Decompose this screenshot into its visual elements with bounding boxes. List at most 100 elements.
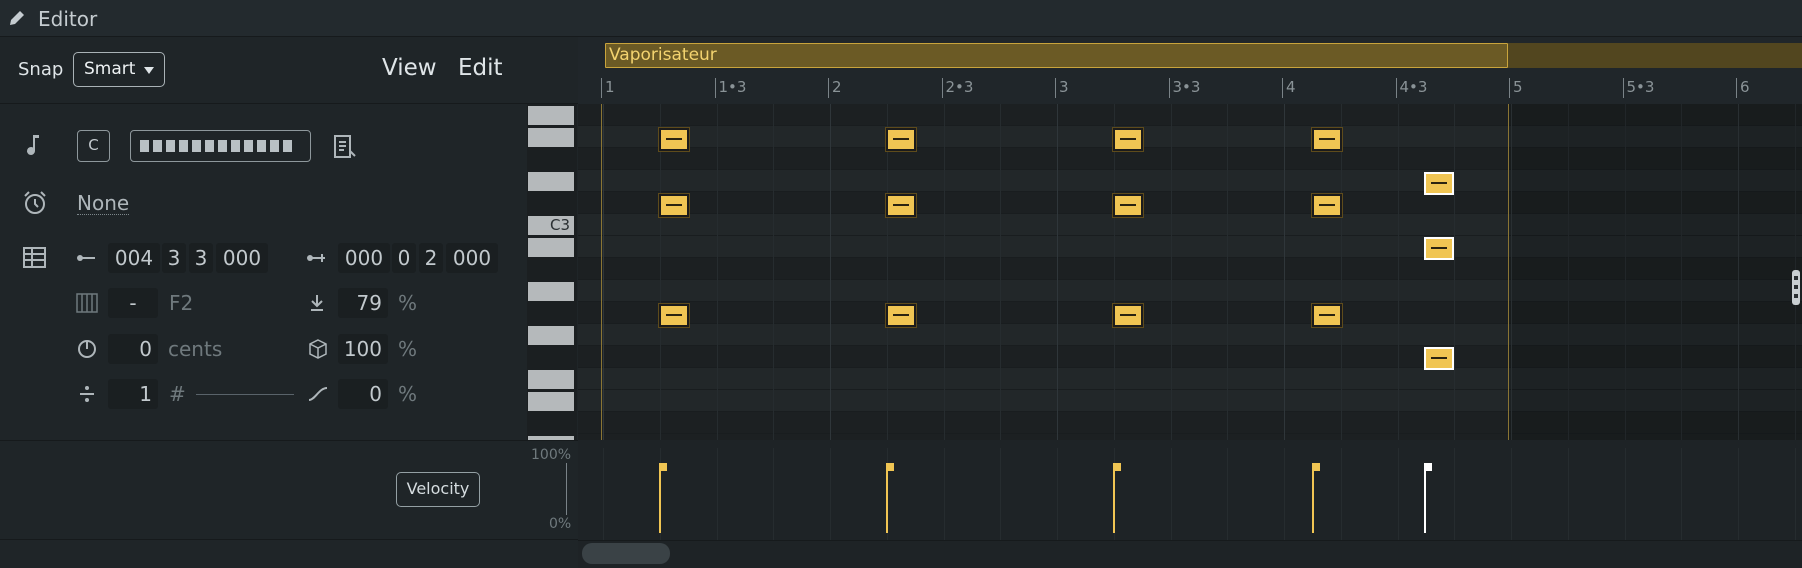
curve-field[interactable]: 0 [338,379,388,409]
view-menu[interactable]: View [382,55,437,81]
timeline-tick [941,78,943,98]
timeline-tick-label: 4 [1286,78,1296,96]
c3-label: C3 [549,216,570,234]
midi-note[interactable] [886,128,916,151]
midi-note[interactable] [1113,304,1143,327]
piano-key-c3[interactable]: C3 [528,216,574,235]
timeline-tick-label: 5•3 [1626,78,1655,96]
piano-key[interactable] [528,282,574,301]
midi-note[interactable] [659,194,689,217]
piano-keyboard[interactable]: C3 [527,104,577,440]
velocity-bar[interactable] [1113,463,1115,533]
piano-key[interactable] [528,172,574,191]
grid-line [659,104,661,440]
piano-key[interactable] [528,106,574,125]
velocity-bar[interactable] [1424,463,1426,533]
fine-field[interactable]: 0 [108,334,158,364]
timeline-ruler[interactable]: Vaporisateur 1 1•3 2 2•3 3 3•3 4 4•3 5 5•3 6 [578,37,1802,104]
length-bars-field[interactable]: 000 [338,243,390,273]
midi-note[interactable] [1312,304,1342,327]
midi-note[interactable] [1312,194,1342,217]
velocity-lane[interactable] [578,440,1802,540]
notes-list-icon[interactable] [333,134,357,160]
piano-key[interactable] [528,392,574,411]
repeat-field[interactable]: 1 [108,379,158,409]
midi-note[interactable] [659,128,689,151]
grid-line [830,104,831,440]
groove-none-link[interactable]: None [77,192,130,215]
length-sixteenths-field[interactable]: 2 [419,243,443,273]
editor-title: Editor [38,7,98,31]
midi-note[interactable] [886,194,916,217]
velocity-grid-line [1284,448,1285,540]
velocity-handle[interactable] [659,463,667,471]
midi-note-selected[interactable] [1424,347,1454,370]
velocity-field[interactable]: 79 [338,288,388,318]
velocity-grid-line [1397,448,1399,540]
midi-note[interactable] [1312,128,1342,151]
length-ticks-field[interactable]: 000 [446,243,498,273]
length-beats-field[interactable]: 0 [392,243,416,273]
position-beats-field[interactable]: 3 [162,243,186,273]
timeline-tick [1282,78,1283,98]
divider [0,539,578,540]
velocity-bar[interactable] [886,463,888,533]
position-ticks-field[interactable]: 000 [216,243,268,273]
velocity-bar[interactable] [1312,463,1314,533]
timeline-tick [1168,78,1170,98]
midi-note-selected[interactable] [1424,172,1454,195]
piano-key[interactable] [528,370,574,389]
timeline-tick-label: 2•3 [945,78,974,96]
snap-dropdown[interactable]: Smart [73,52,165,87]
clip-end-line[interactable] [1508,104,1509,440]
repeat-slider[interactable] [196,394,294,395]
grid-line [773,104,775,440]
divider [0,440,578,441]
velocity-handle[interactable] [1312,463,1320,471]
dice-icon [309,339,327,359]
midi-note[interactable] [886,304,916,327]
curve-unit: % [398,382,418,406]
velocity-handle[interactable] [886,463,894,471]
scale-button[interactable] [130,130,311,162]
midi-note[interactable] [1113,128,1143,151]
midi-note[interactable] [659,304,689,327]
scale-steps-icon [140,140,292,152]
velocity-bar[interactable] [659,463,661,533]
piano-key[interactable] [528,128,574,147]
position-bars-field[interactable]: 004 [108,243,160,273]
timeline-tick-label: 1 [605,78,615,96]
table-icon [23,247,46,268]
grid-line [1113,104,1115,440]
timeline-tick [1395,78,1397,98]
velocity-handle[interactable] [1113,463,1121,471]
midi-note[interactable] [1113,194,1143,217]
pitch-field[interactable]: - [108,288,158,318]
timeline-tick [1509,78,1510,98]
timeline-tick-label: 5 [1513,78,1523,96]
chance-unit: % [398,337,418,361]
velocity-lane-button[interactable]: Velocity [396,472,480,507]
note-grid[interactable]: Vaporisateur 1 1•3 2 2•3 3 3•3 4 4•3 5 5•3 6 [578,37,1802,440]
midi-note-selected[interactable] [1424,237,1454,260]
piano-key[interactable] [528,436,574,440]
grid-resize-handle[interactable] [1792,270,1800,305]
position-sixteenths-field[interactable]: 3 [189,243,213,273]
velocity-handle[interactable] [1424,463,1432,471]
clip-extension [1508,43,1802,68]
key-button[interactable]: C [77,130,110,162]
clip-bar[interactable]: Vaporisateur [605,43,1508,68]
grid-line [1397,104,1399,440]
chance-field[interactable]: 100 [338,334,388,364]
velocity-scale [566,463,567,515]
edit-menu[interactable]: Edit [458,55,503,81]
velocity-grid-line [716,448,718,540]
velocity-grid-line [1738,448,1739,540]
timeline-tick [1622,78,1624,98]
piano-key[interactable] [528,326,574,345]
horizontal-scrollbar[interactable] [578,540,1802,568]
piano-key[interactable] [528,238,574,257]
timeline-tick [1736,78,1737,98]
scrollbar-thumb[interactable] [582,543,670,564]
grid-line [886,104,888,440]
